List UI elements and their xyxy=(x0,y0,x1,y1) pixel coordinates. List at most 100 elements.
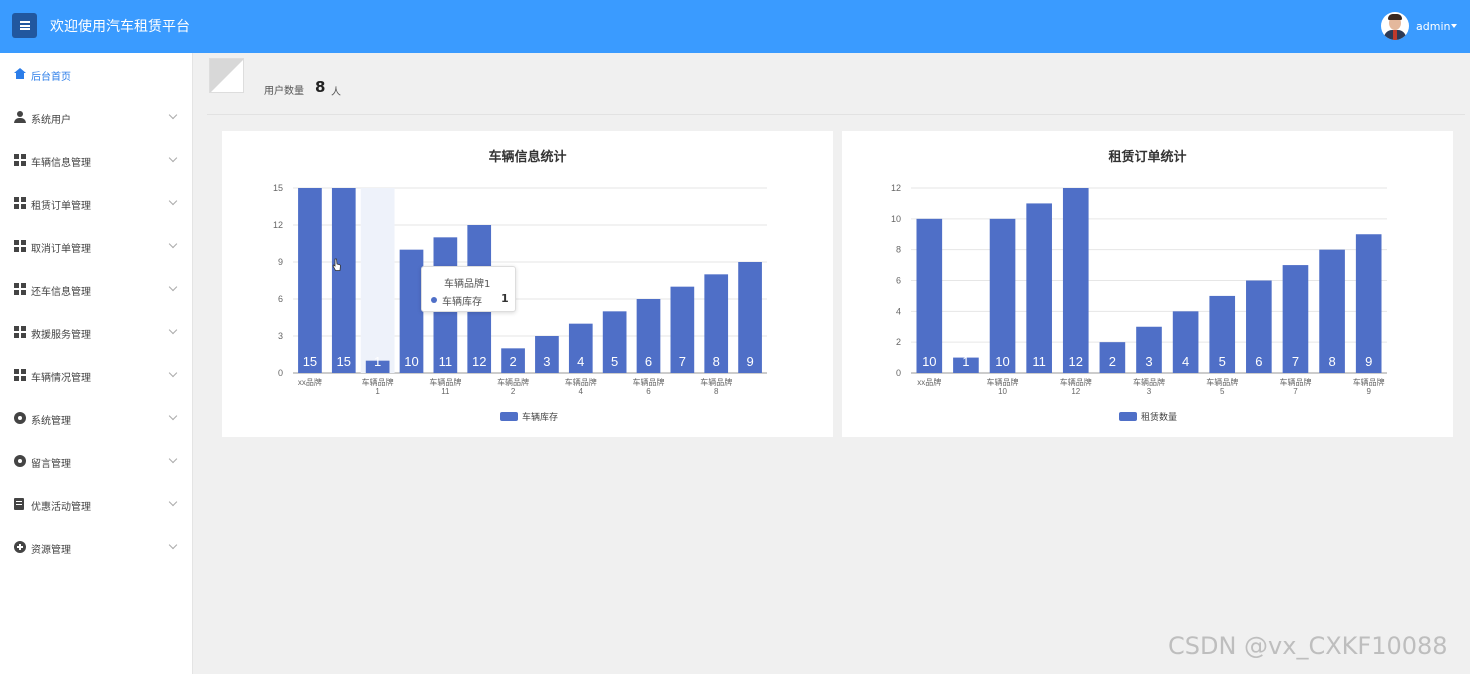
sidebar-item-cancel-orders[interactable]: 取消订单管理 xyxy=(0,225,193,268)
x-tick-label: 车辆品牌 xyxy=(1133,377,1165,387)
y-tick-label: 3 xyxy=(278,331,283,341)
x-tick-label: 5 xyxy=(1220,387,1225,396)
y-tick-label: 2 xyxy=(896,337,901,347)
x-tick-label: 车辆品牌 xyxy=(497,377,529,387)
x-tick-label: 12 xyxy=(1071,387,1080,396)
chevron-down-icon xyxy=(168,110,178,120)
grid-icon xyxy=(14,369,26,381)
x-tick-label: 7 xyxy=(1293,387,1298,396)
data-label: 5 xyxy=(611,354,618,369)
sidebar-item-return-info[interactable]: 还车信息管理 xyxy=(0,268,193,311)
y-tick-label: 9 xyxy=(278,257,283,267)
x-tick-label: 9 xyxy=(1366,387,1371,396)
sidebar-item-home[interactable]: 后台首页 xyxy=(0,53,193,96)
sidebar-item-promotions[interactable]: 优惠活动管理 xyxy=(0,483,193,526)
x-tick-label: 车辆品牌 xyxy=(700,377,732,387)
rental-stats-chart[interactable]: 02468101210 1 10 11 12 2 3 4 5 6 7 8 9xx品牌 车辆品牌10车辆品牌… xyxy=(842,131,1453,437)
vehicle-stats-card: 0 3 6 9 12 15 15 15 1 10 11 12 2 3 4 5 6 7 8 9 xx品牌 车辆品牌 1 车辆品牌… xyxy=(222,131,833,437)
data-label: 1 xyxy=(374,354,381,369)
chevron-down-icon xyxy=(168,497,178,507)
sidebar-item-label: 取消订单管理 xyxy=(31,244,91,255)
bar xyxy=(1062,188,1089,373)
grid-icon xyxy=(14,283,26,295)
stat-icon xyxy=(209,58,244,93)
x-tick-label: 6 xyxy=(646,387,651,396)
user-menu[interactable]: admin xyxy=(1416,20,1450,33)
sidebar-item-label: 系统用户 xyxy=(31,115,71,126)
stat-unit: 人 xyxy=(331,87,341,98)
sidebar-item-label: 后台首页 xyxy=(31,72,71,83)
sidebar-item-system-users[interactable]: 系统用户 xyxy=(0,96,193,139)
data-label: 9 xyxy=(1365,354,1372,369)
app-title: 欢迎使用汽车租赁平台 xyxy=(50,19,190,35)
data-label: 6 xyxy=(645,354,652,369)
data-label: 7 xyxy=(679,354,686,369)
bar xyxy=(989,218,1016,373)
top-bar: 欢迎使用汽车租赁平台 admin xyxy=(0,0,1470,53)
grid-icon xyxy=(14,197,26,209)
y-tick-label: 15 xyxy=(273,183,283,193)
data-label: 3 xyxy=(1145,354,1152,369)
y-tick-label: 12 xyxy=(891,183,901,193)
y-tick-label: 12 xyxy=(273,220,283,230)
x-tick-label: 4 xyxy=(579,387,584,396)
data-label: 4 xyxy=(1182,354,1189,369)
sidebar-item-resources[interactable]: 资源管理 xyxy=(0,526,193,569)
sidebar-item-label: 系统管理 xyxy=(31,416,71,427)
chevron-down-icon xyxy=(168,239,178,249)
x-tick-label: 车辆品牌 xyxy=(362,377,394,387)
stat-label: 用户数量 xyxy=(264,86,304,97)
chevron-down-icon xyxy=(168,325,178,335)
rental-stats-card: 0 2 4 6 8 10 12 10 1 10 11 12 2 3 4 5 6 7 8 9 xx品牌 车辆品牌 10 车辆品牌… xyxy=(842,131,1453,437)
vehicle-stats-chart[interactable]: 0369121515 15 1 10 11 12 2 3 4 5 6 7 8 9xx品牌 车辆品牌1车辆品牌… xyxy=(222,131,833,437)
sidebar-item-system-management[interactable]: 系统管理 xyxy=(0,397,193,440)
data-label: 7 xyxy=(1292,354,1299,369)
chevron-down-icon xyxy=(168,368,178,378)
chevron-down-icon xyxy=(168,411,178,421)
data-label: 10 xyxy=(404,354,418,369)
x-tick-label: xx品牌 xyxy=(298,377,322,387)
y-tick-label: 0 xyxy=(278,368,283,378)
sidebar-item-label: 优惠活动管理 xyxy=(31,502,91,513)
gear-icon xyxy=(14,455,26,467)
x-tick-label: 2 xyxy=(511,387,516,396)
avatar[interactable] xyxy=(1381,12,1409,40)
gear-icon xyxy=(14,412,26,424)
chevron-down-icon[interactable] xyxy=(1451,24,1457,28)
data-label: 2 xyxy=(509,354,516,369)
chevron-down-icon xyxy=(168,540,178,550)
tooltip-series-name: 车辆库存 xyxy=(442,297,482,308)
data-label: 2 xyxy=(1109,354,1116,369)
menu-toggle-button[interactable] xyxy=(12,13,37,38)
bar xyxy=(1355,234,1382,373)
data-label: 5 xyxy=(1219,354,1226,369)
tooltip-title: 车辆品牌1 xyxy=(444,279,491,290)
data-label: 8 xyxy=(713,354,720,369)
hamburger-icon xyxy=(19,21,30,30)
chevron-down-icon xyxy=(168,282,178,292)
chart-title: 车辆信息统计 xyxy=(488,150,567,165)
x-tick-label: 车辆品牌 xyxy=(565,377,597,387)
sidebar-item-messages[interactable]: 留言管理 xyxy=(0,440,193,483)
y-tick-label: 0 xyxy=(896,368,901,378)
sidebar-item-rental-orders[interactable]: 租赁订单管理 xyxy=(0,182,193,225)
x-tick-label: 车辆品牌 xyxy=(987,377,1019,387)
x-tick-label: 10 xyxy=(998,387,1007,396)
grid-icon xyxy=(14,240,26,252)
y-tick-label: 8 xyxy=(896,245,901,255)
x-tick-label: 车辆品牌 xyxy=(1353,377,1385,387)
bar xyxy=(1026,203,1052,373)
sidebar-item-vehicle-status[interactable]: 车辆情况管理 xyxy=(0,354,193,397)
grid-icon xyxy=(14,326,26,338)
grid-icon xyxy=(14,154,26,166)
sidebar-item-vehicle-info[interactable]: 车辆信息管理 xyxy=(0,139,193,182)
sidebar-item-rescue-service[interactable]: 救援服务管理 xyxy=(0,311,193,354)
data-label: 9 xyxy=(746,354,753,369)
data-label: 8 xyxy=(1328,354,1335,369)
bar xyxy=(331,188,356,373)
x-tick-label: 车辆品牌 xyxy=(429,377,461,387)
x-tick-label: 1 xyxy=(375,387,380,396)
data-label: 6 xyxy=(1255,354,1262,369)
x-tick-label: 11 xyxy=(441,387,450,396)
plus-circle-icon xyxy=(14,541,26,553)
